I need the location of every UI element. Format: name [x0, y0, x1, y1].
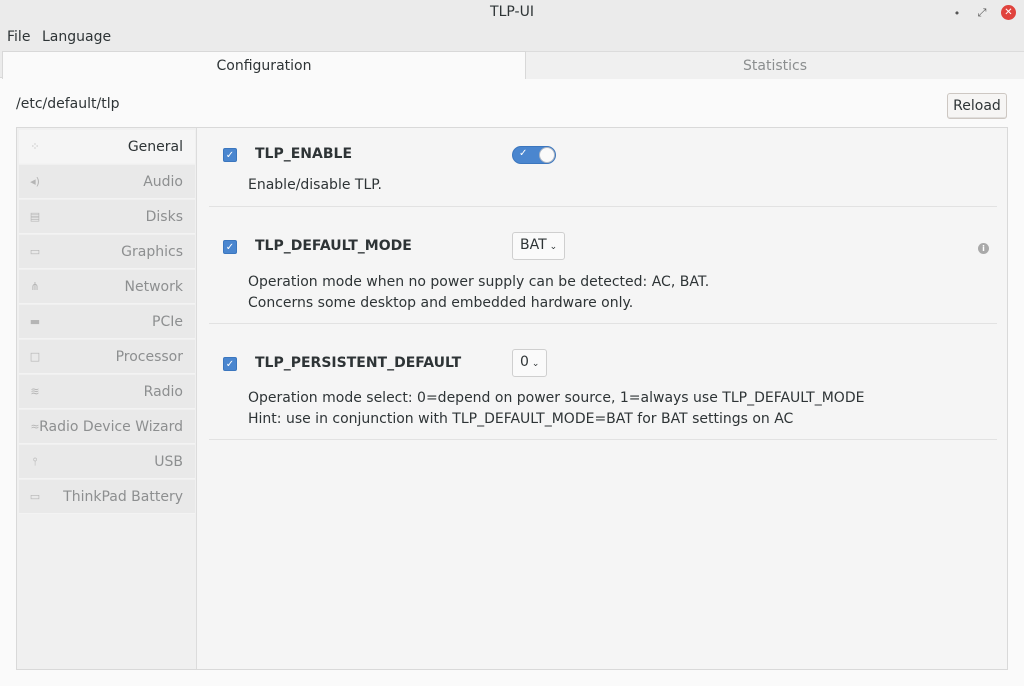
setting-description: Operation mode select: 0=depend on power… [248, 388, 864, 430]
battery-icon: ▭ [29, 490, 41, 503]
sidebar-item-network[interactable]: ⋔ Network [19, 270, 195, 304]
sidebar-item-label: Audio [143, 174, 183, 190]
setting-name: TLP_ENABLE [255, 146, 353, 162]
disk-icon: ▤ [29, 210, 41, 223]
sidebar-item-radio[interactable]: ≋ Radio [19, 375, 195, 409]
setting-row-tlp-enable: ✓ TLP_ENABLE ✓ Enable/disable TLP. [209, 128, 997, 207]
description-line: Concerns some desktop and embedded hardw… [248, 295, 634, 311]
sidebar-item-label: Processor [115, 349, 183, 365]
reload-button[interactable]: Reload [947, 93, 1007, 119]
checkbox-tlp-persistent-default[interactable]: ✓ [223, 357, 237, 371]
window-title: TLP-UI [490, 4, 534, 20]
processor-icon: □ [29, 350, 41, 363]
description-line: Hint: use in conjunction with TLP_DEFAUL… [248, 411, 794, 427]
info-icon[interactable]: i [978, 243, 989, 254]
setting-description: Operation mode when no power supply can … [248, 272, 709, 314]
sidebar-item-general[interactable]: ⁘ General [19, 130, 195, 164]
checkbox-tlp-default-mode[interactable]: ✓ [223, 240, 237, 254]
combo-value: BAT [520, 237, 547, 253]
description-line: Operation mode when no power supply can … [248, 274, 710, 290]
sidebar-item-thinkpad-battery[interactable]: ▭ ThinkPad Battery [19, 480, 195, 514]
menu-language[interactable]: Language [42, 29, 111, 45]
usb-icon: ⫯ [32, 455, 38, 468]
setting-description: Enable/disable TLP. [248, 175, 382, 196]
combo-value: 0 [520, 354, 529, 370]
sidebar-item-label: USB [154, 454, 183, 470]
toggle-knob [539, 147, 555, 163]
description-line: Enable/disable TLP. [248, 177, 382, 193]
sidebar-item-label: Radio Device Wizard [39, 419, 183, 435]
description-line: Operation mode select: 0=depend on power… [248, 390, 865, 406]
sidebar-item-radio-device-wizard[interactable]: ≈ Radio Device Wizard [19, 410, 195, 444]
minimize-icon[interactable]: • [949, 5, 965, 21]
sidebar-item-label: Disks [145, 209, 183, 225]
close-icon[interactable]: ✕ [1001, 5, 1016, 20]
tab-configuration[interactable]: Configuration [2, 51, 526, 79]
combo-tlp-default-mode[interactable]: BAT ⌄ [512, 232, 566, 260]
maximize-icon[interactable]: ⤢ [974, 5, 990, 21]
check-icon: ✓ [519, 148, 528, 159]
sidebar-item-processor[interactable]: □ Processor [19, 340, 195, 374]
setting-row-tlp-persistent-default: ✓ TLP_PERSISTENT_DEFAULT 0 ⌄ Operation mo… [209, 324, 997, 440]
config-panel: ⁘ General ◂) Audio ▤ Disks ▭ Graphics ⋔ … [16, 127, 1008, 670]
sidebar-item-label: PCIe [152, 314, 183, 330]
checkbox-tlp-enable[interactable]: ✓ [223, 148, 237, 162]
setting-name: TLP_DEFAULT_MODE [255, 238, 412, 254]
sidebar-item-pcie[interactable]: ▬ PCIe [19, 305, 195, 339]
sidebar-item-graphics[interactable]: ▭ Graphics [19, 235, 195, 269]
chevron-down-icon: ⌄ [549, 242, 558, 252]
combo-tlp-persistent-default[interactable]: 0 ⌄ [512, 349, 548, 377]
settings-content: ✓ TLP_ENABLE ✓ Enable/disable TLP. ✓ TLP… [197, 128, 1007, 669]
sidebar-item-label: Network [124, 279, 183, 295]
speaker-icon: ◂) [30, 175, 40, 188]
tab-bar: Configuration Statistics [0, 50, 1024, 79]
tab-statistics[interactable]: Statistics [526, 51, 1024, 79]
wifi-icon: ≋ [30, 385, 40, 398]
chevron-down-icon: ⌄ [531, 359, 540, 369]
setting-name: TLP_PERSISTENT_DEFAULT [255, 355, 462, 371]
sidebar-item-audio[interactable]: ◂) Audio [19, 165, 195, 199]
title-bar[interactable]: TLP-UI • ⤢ ✕ [0, 0, 1024, 26]
config-path: /etc/default/tlp [16, 96, 120, 112]
menubar: File Language [0, 26, 1024, 50]
pcie-icon: ▬ [29, 315, 41, 328]
grid-icon: ⁘ [30, 140, 40, 153]
sidebar-item-usb[interactable]: ⫯ USB [19, 445, 195, 479]
sidebar-item-label: Graphics [121, 244, 183, 260]
sidebar: ⁘ General ◂) Audio ▤ Disks ▭ Graphics ⋔ … [17, 128, 197, 669]
sidebar-item-label: General [127, 139, 183, 155]
network-icon: ⋔ [30, 280, 40, 293]
sidebar-item-label: ThinkPad Battery [63, 489, 183, 505]
sidebar-item-label: Radio [143, 384, 183, 400]
tlp-ui-window: TLP-UI • ⤢ ✕ File Language Configuration… [0, 0, 1024, 686]
toggle-tlp-enable[interactable]: ✓ [512, 146, 556, 164]
setting-row-tlp-default-mode: ✓ TLP_DEFAULT_MODE BAT ⌄ i Operation mode… [209, 207, 997, 324]
menu-file[interactable]: File [7, 29, 30, 45]
sidebar-item-disks[interactable]: ▤ Disks [19, 200, 195, 234]
monitor-icon: ▭ [29, 245, 41, 258]
